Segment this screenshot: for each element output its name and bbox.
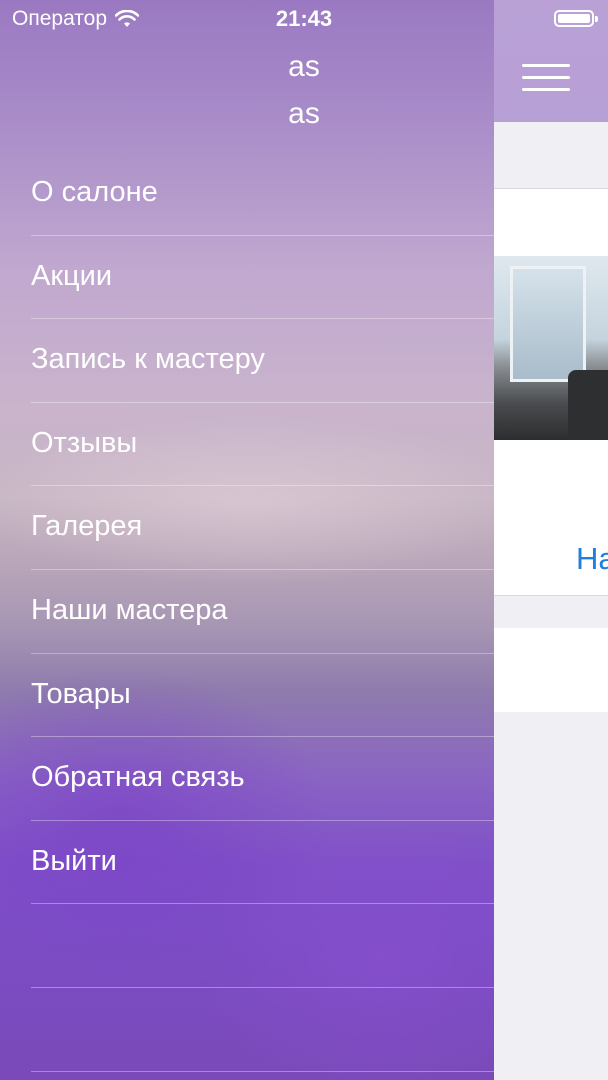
menu-item-masters[interactable]: Наши мастера — [31, 570, 494, 654]
menu-item-logout[interactable]: Выйти — [31, 821, 494, 905]
app-screen: На Оператор 21:43 as as О салоне Акции З… — [0, 0, 608, 1080]
menu-item-label: О салоне — [31, 176, 158, 208]
menu-item-label: Наши мастера — [31, 593, 228, 626]
salon-photo[interactable] — [492, 256, 608, 440]
user-subtitle: as — [288, 97, 320, 130]
menu-item-label: Отзывы — [31, 426, 138, 459]
menu-item-reviews[interactable]: Отзывы — [31, 403, 494, 487]
menu-item-promotions[interactable]: Акции — [31, 236, 494, 320]
menu-item-label: Запись к мастеру — [31, 343, 265, 376]
menu-item-label: Галерея — [31, 510, 143, 543]
menu-item-label: Обратная связь — [31, 761, 245, 794]
user-name: as — [288, 50, 320, 83]
menu-item-booking[interactable]: Запись к мастеру — [31, 319, 494, 403]
menu-item-label: Акции — [31, 259, 113, 292]
status-time: 21:43 — [275, 6, 333, 31]
menu-item-empty[interactable] — [31, 988, 494, 1072]
menu-item-empty[interactable] — [31, 904, 494, 988]
drawer-menu: О салоне Акции Запись к мастеру Отзывы Г… — [0, 152, 494, 1072]
menu-item-label: Товары — [31, 677, 131, 710]
menu-item-gallery[interactable]: Галерея — [31, 486, 494, 570]
menu-item-label: Выйти — [31, 844, 117, 877]
side-drawer: as as О салоне Акции Запись к мастеру От… — [0, 0, 494, 1080]
menu-item-feedback[interactable]: Обратная связь — [31, 737, 494, 821]
content-link[interactable]: На — [576, 541, 608, 577]
menu-item-about[interactable]: О салоне — [31, 152, 494, 236]
hamburger-menu-icon[interactable] — [522, 62, 570, 94]
menu-item-products[interactable]: Товары — [31, 654, 494, 738]
